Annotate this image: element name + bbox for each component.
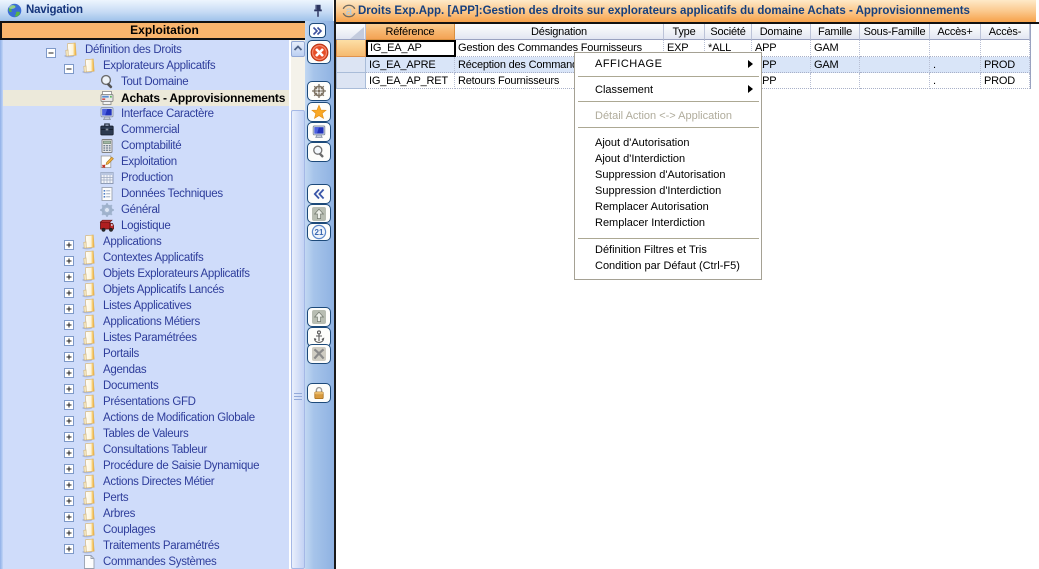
svg-text:a: a — [346, 6, 353, 18]
svg-text:21: 21 — [315, 228, 324, 237]
